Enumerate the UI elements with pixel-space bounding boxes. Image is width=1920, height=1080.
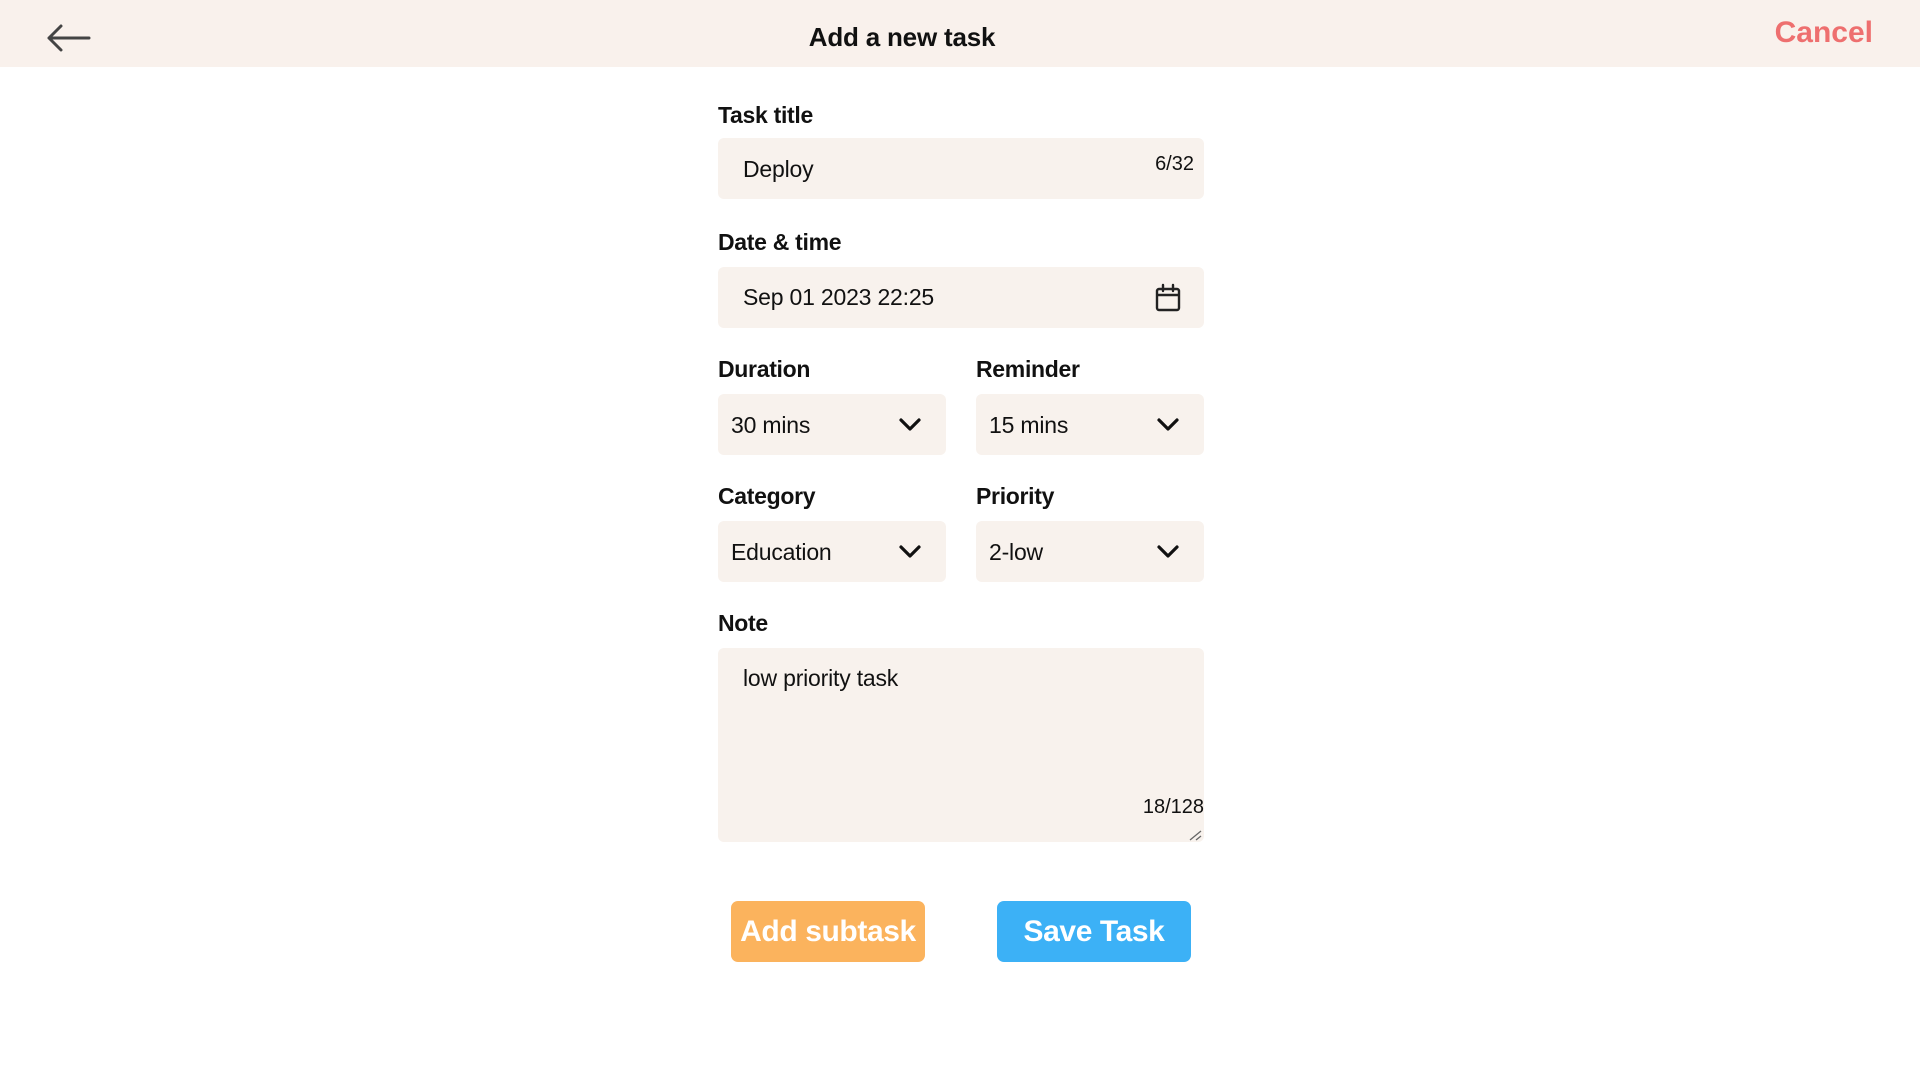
- save-task-button[interactable]: Save Task: [997, 901, 1191, 962]
- category-select[interactable]: Education: [718, 521, 946, 582]
- task-title-input[interactable]: Deploy 6/32: [718, 138, 1204, 199]
- duration-select[interactable]: 30 mins: [718, 394, 946, 455]
- cancel-button[interactable]: Cancel: [1775, 16, 1873, 50]
- task-title-counter: 6/32: [1155, 153, 1194, 175]
- date-time-field[interactable]: Sep 01 2023 22:25: [718, 267, 1204, 328]
- reminder-select[interactable]: 15 mins: [976, 394, 1204, 455]
- chevron-down-icon: [1157, 418, 1179, 431]
- task-title-value: Deploy: [743, 156, 814, 182]
- reminder-value: 15 mins: [989, 412, 1069, 438]
- category-label: Category: [718, 483, 816, 509]
- chevron-down-icon: [899, 545, 921, 558]
- duration-value: 30 mins: [731, 412, 811, 438]
- chevron-down-icon: [899, 418, 921, 431]
- duration-label: Duration: [718, 356, 811, 382]
- priority-select[interactable]: 2-low: [976, 521, 1204, 582]
- date-time-label: Date & time: [718, 229, 842, 255]
- note-label: Note: [718, 610, 768, 636]
- category-value: Education: [731, 539, 832, 565]
- date-time-value: Sep 01 2023 22:25: [743, 284, 934, 310]
- resize-handle-icon[interactable]: [1188, 829, 1202, 841]
- priority-label: Priority: [976, 483, 1055, 509]
- priority-value: 2-low: [989, 539, 1043, 565]
- note-textarea[interactable]: low priority task 18/128: [718, 648, 1204, 842]
- note-value: low priority task: [743, 665, 899, 691]
- task-title-label: Task title: [718, 102, 813, 128]
- note-counter: 18/128: [1142, 796, 1204, 818]
- add-subtask-button[interactable]: Add subtask: [731, 901, 925, 962]
- top-bar: Add a new task Cancel: [0, 0, 1920, 67]
- calendar-icon[interactable]: [1154, 283, 1182, 313]
- reminder-label: Reminder: [976, 356, 1080, 382]
- page-title: Add a new task: [808, 22, 996, 52]
- chevron-down-icon: [1157, 545, 1179, 558]
